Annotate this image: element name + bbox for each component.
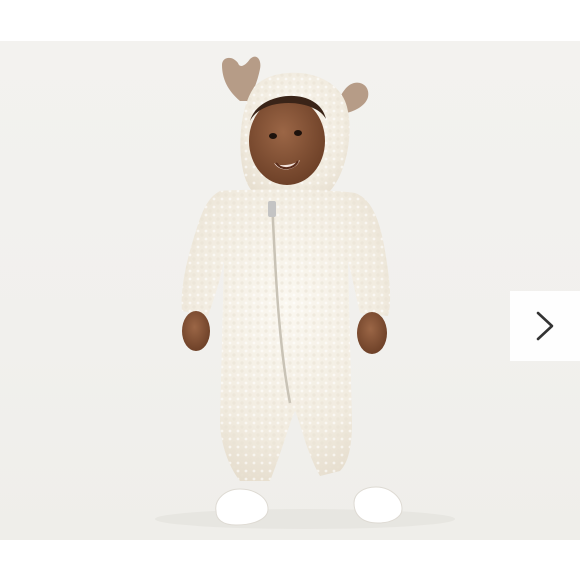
product-gallery [0,0,580,580]
product-photo [0,41,580,540]
chevron-right-icon [536,311,554,341]
next-image-button[interactable] [510,291,580,361]
